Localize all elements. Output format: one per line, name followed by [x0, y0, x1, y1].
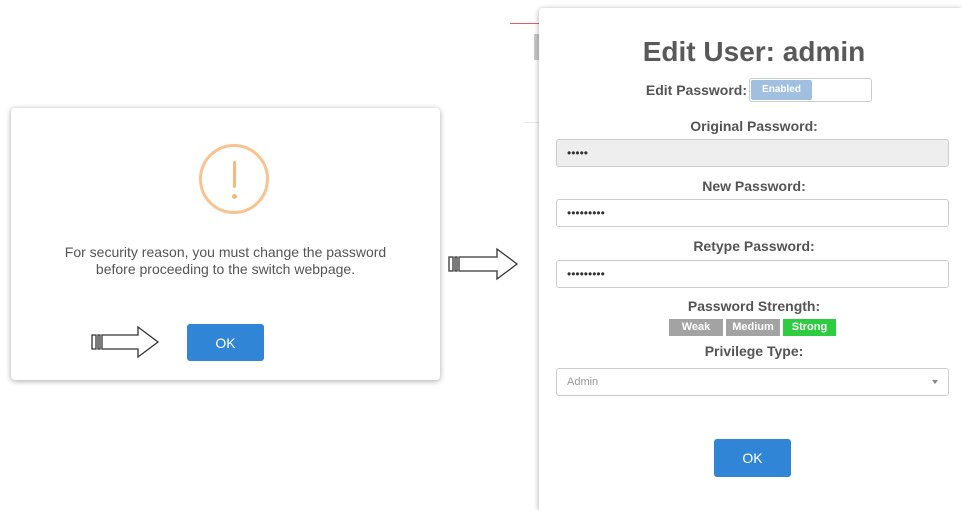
background-divider — [524, 122, 540, 123]
security-alert-dialog: For security reason, you must change the… — [11, 108, 440, 380]
alert-ok-button[interactable]: OK — [187, 324, 264, 361]
edit-user-dialog: Edit User: admin Edit Password: Enabled … — [539, 8, 962, 510]
original-password-label: Original Password: — [690, 118, 818, 134]
alert-message: For security reason, you must change the… — [31, 244, 420, 278]
retype-password-label: Retype Password: — [693, 238, 815, 254]
password-strength-label: Password Strength: — [687, 298, 821, 314]
privilege-type-label: Privilege Type: — [704, 343, 804, 359]
strength-weak: Weak — [669, 319, 723, 336]
original-password-input[interactable]: ••••• — [556, 139, 949, 167]
new-password-label: New Password: — [702, 178, 806, 194]
edit-ok-button[interactable]: OK — [714, 439, 791, 477]
arrow-right-icon — [448, 247, 519, 281]
chevron-down-icon — [932, 380, 938, 384]
dialog-title: Edit User: admin — [642, 36, 866, 67]
alert-message-line2: before proceeding to the switch webpage. — [95, 261, 356, 277]
edit-password-label: Edit Password: — [645, 82, 747, 98]
arrow-right-icon — [91, 325, 160, 359]
strength-strong: Strong — [783, 319, 836, 336]
edit-password-toggle[interactable]: Enabled — [749, 78, 872, 102]
privilege-selected-value: Admin — [567, 376, 599, 388]
retype-password-input[interactable]: ••••••••• — [556, 260, 949, 288]
strength-medium: Medium — [726, 319, 780, 336]
warning-exclamation-icon — [199, 144, 269, 214]
alert-message-line1: For security reason, you must change the… — [64, 244, 387, 260]
background-divider — [510, 23, 540, 24]
new-password-input[interactable]: ••••••••• — [556, 199, 949, 227]
toggle-enabled-state: Enabled — [751, 80, 812, 100]
privilege-type-select[interactable]: Admin — [556, 368, 949, 396]
